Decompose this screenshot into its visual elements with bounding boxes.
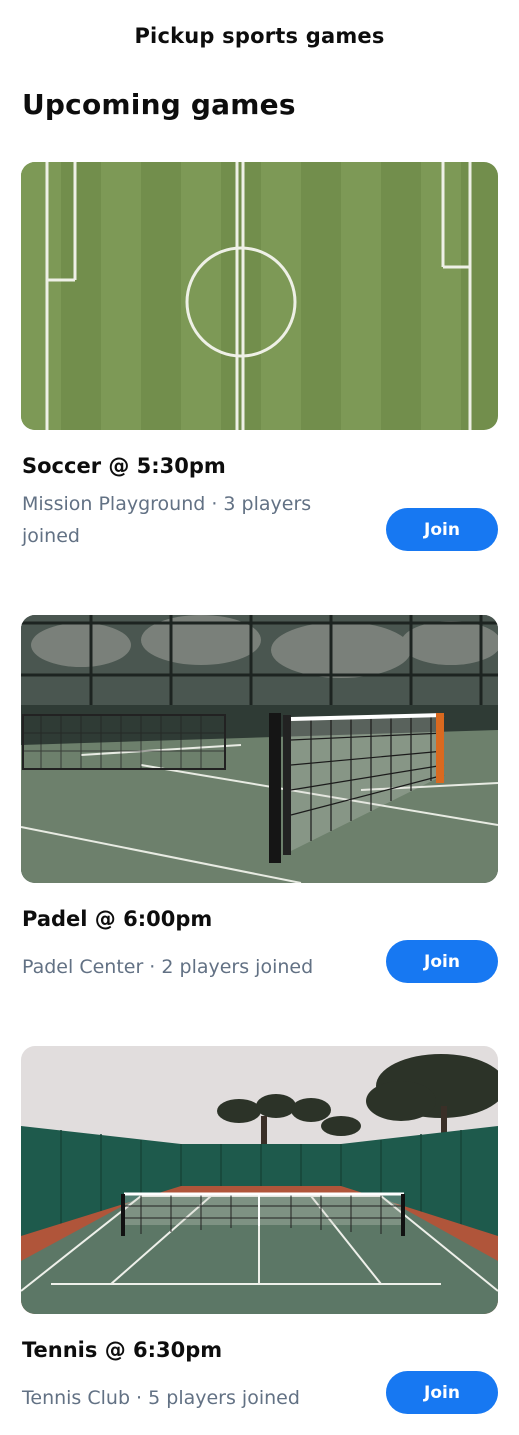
- game-card-soccer[interactable]: Soccer @ 5:30pm Mission Playground · 3 p…: [21, 162, 498, 551]
- padel-court-photo: [21, 615, 498, 883]
- pickup-games-screen: Pickup sports games Upcoming games Socce…: [0, 0, 519, 1435]
- top-bar: Pickup sports games: [0, 0, 519, 72]
- join-button[interactable]: Join: [386, 508, 498, 551]
- game-title: Tennis @ 6:30pm: [22, 1338, 223, 1362]
- app-title: Pickup sports games: [134, 24, 385, 48]
- game-title: Soccer @ 5:30pm: [22, 454, 226, 478]
- game-title: Padel @ 6:00pm: [22, 907, 213, 931]
- game-card-padel[interactable]: Padel @ 6:00pm Padel Center · 2 players …: [21, 615, 498, 983]
- section-title: Upcoming games: [22, 88, 296, 121]
- tennis-court-photo: [21, 1046, 498, 1314]
- game-meta: Mission Playground · 3 players joined: [22, 493, 312, 547]
- game-card-tennis[interactable]: Tennis @ 6:30pm Tennis Club · 5 players …: [21, 1046, 498, 1414]
- soccer-field-photo: [21, 162, 498, 430]
- game-meta: Padel Center · 2 players joined: [22, 956, 314, 978]
- game-meta: Tennis Club · 5 players joined: [22, 1387, 300, 1409]
- join-button[interactable]: Join: [386, 1371, 498, 1414]
- join-button[interactable]: Join: [386, 940, 498, 983]
